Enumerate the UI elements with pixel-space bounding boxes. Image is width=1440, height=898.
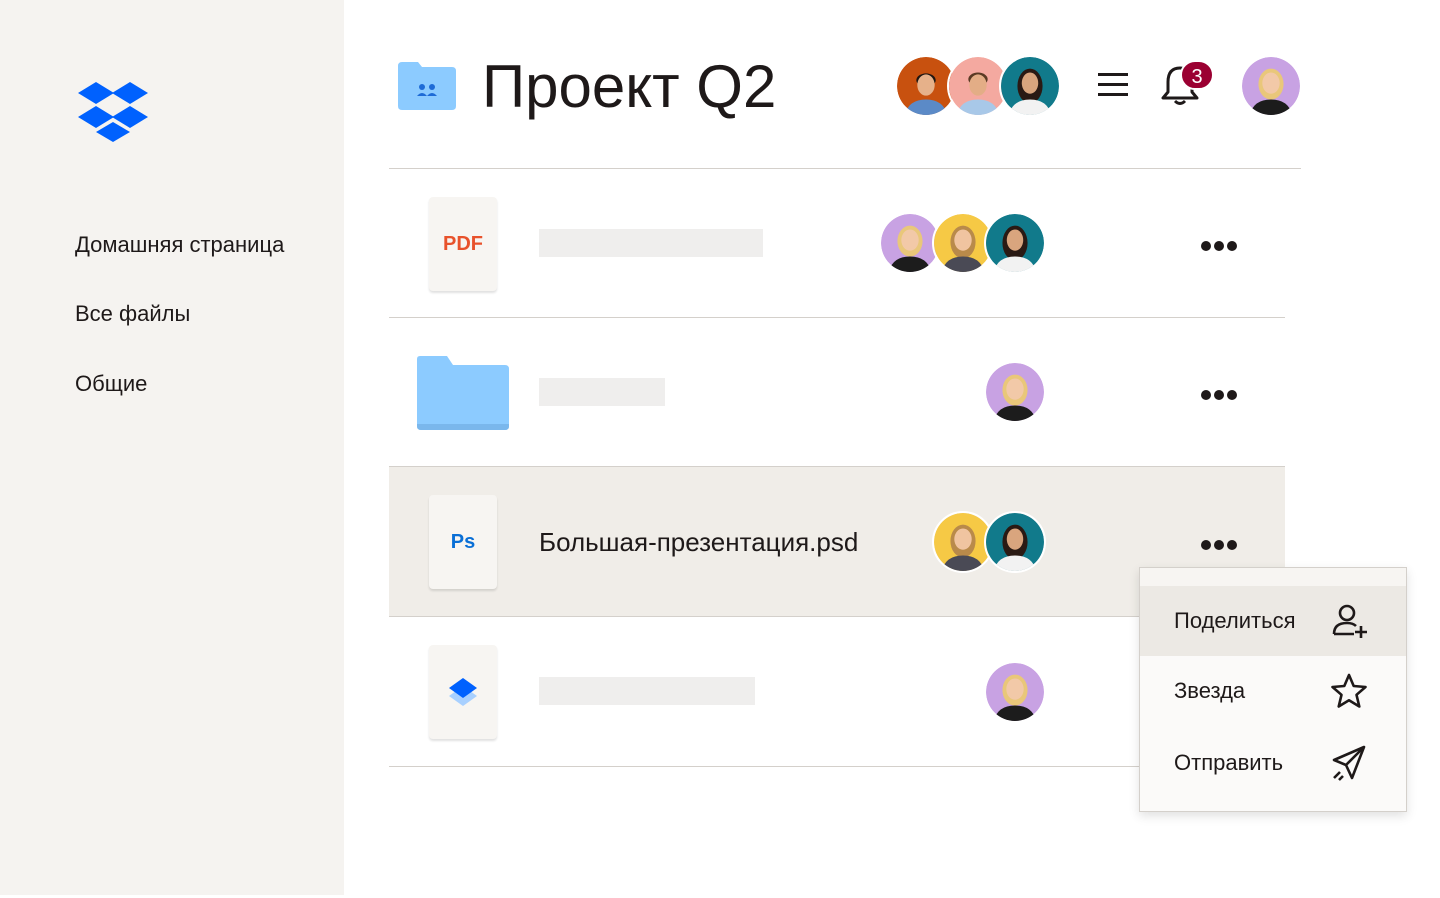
- more-options-icon[interactable]: [1201, 238, 1241, 251]
- menu-item-label: Звезда: [1174, 678, 1246, 703]
- collaborator-avatar[interactable]: [984, 212, 1046, 274]
- folder-icon: [417, 356, 509, 430]
- menu-item-label: Поделиться: [1174, 608, 1296, 633]
- context-menu: Поделиться Звезда Отправить: [1139, 567, 1407, 812]
- star-icon: [1331, 673, 1367, 708]
- hamburger-menu-icon[interactable]: [1096, 68, 1130, 102]
- collaborator-avatar[interactable]: [984, 361, 1046, 423]
- file-name[interactable]: Большая-презентация.psd: [539, 527, 858, 557]
- page-title: Проект Q2: [482, 53, 777, 120]
- file-name-placeholder: [539, 229, 763, 257]
- file-name-placeholder: [539, 378, 665, 406]
- menu-item-share[interactable]: Поделиться: [1140, 586, 1406, 656]
- photoshop-file-icon: Ps: [429, 495, 497, 589]
- notification-badge: 3: [1180, 60, 1214, 90]
- sidebar-item-all-files[interactable]: Все файлы: [75, 301, 190, 327]
- collaborator-avatar[interactable]: [999, 55, 1061, 117]
- file-row[interactable]: [389, 318, 1285, 467]
- menu-item-label: Отправить: [1174, 750, 1284, 775]
- menu-item-star[interactable]: Звезда: [1140, 656, 1406, 726]
- collaborator-avatar[interactable]: [984, 511, 1046, 573]
- send-icon: [1332, 745, 1366, 781]
- more-options-icon[interactable]: [1201, 387, 1241, 400]
- pdf-file-icon: PDF: [429, 197, 497, 291]
- collaborator-avatar[interactable]: [984, 661, 1046, 723]
- dropbox-logo-icon[interactable]: [78, 82, 148, 142]
- add-user-icon: [1332, 604, 1367, 638]
- file-row[interactable]: PDF: [389, 169, 1285, 318]
- sidebar: Домашняя страница Все файлы Общие: [0, 0, 344, 895]
- sidebar-item-home[interactable]: Домашняя страница: [75, 232, 284, 258]
- shared-folder-icon: [398, 62, 456, 110]
- dropbox-diamond-icon: [449, 678, 477, 706]
- file-name-placeholder: [539, 677, 755, 705]
- context-menu-header: [1140, 568, 1406, 586]
- more-options-icon[interactable]: [1201, 537, 1241, 550]
- user-avatar[interactable]: [1240, 55, 1302, 117]
- divider: [389, 766, 1141, 767]
- sidebar-item-shared[interactable]: Общие: [75, 371, 147, 397]
- menu-item-send[interactable]: Отправить: [1140, 728, 1406, 798]
- dropbox-file-icon: [429, 645, 497, 739]
